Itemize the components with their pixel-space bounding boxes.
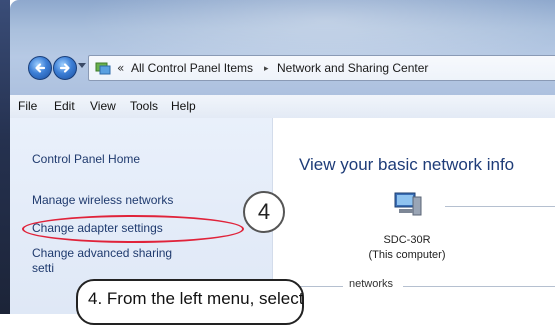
computer-icon [394, 192, 422, 216]
menu-help[interactable]: Help [171, 99, 196, 113]
control-panel-home-link[interactable]: Control Panel Home [32, 152, 140, 166]
menu-edit[interactable]: Edit [54, 99, 75, 113]
forward-button[interactable] [53, 56, 77, 80]
control-panel-icon [95, 62, 111, 75]
back-button[interactable] [28, 56, 52, 80]
manage-wireless-networks-link[interactable]: Manage wireless networks [32, 193, 173, 207]
breadcrumb-separator-icon[interactable]: ▸ [264, 60, 269, 76]
computer-subtitle: (This computer) [368, 249, 446, 261]
forward-arrow-icon [59, 63, 70, 73]
main-pane: View your basic network info SDC-30R (Th… [273, 118, 555, 314]
section-divider-right [403, 286, 555, 287]
breadcrumb-network-and-sharing-center[interactable]: Network and Sharing Center [277, 60, 428, 76]
address-overflow-chevron[interactable]: « [117, 60, 124, 76]
instruction-callout: 4. From the left menu, select [76, 279, 304, 325]
breadcrumb-all-control-panel-items[interactable]: All Control Panel Items [131, 60, 253, 76]
menu-tools[interactable]: Tools [130, 99, 158, 113]
menu-view[interactable]: View [90, 99, 116, 113]
network-map-line [445, 206, 555, 207]
change-advanced-sharing-link[interactable]: Change advanced sharing [32, 246, 172, 260]
highlight-ellipse [22, 215, 244, 243]
menu-bar: File Edit View Tools Help [10, 95, 555, 119]
window-frame-edge [0, 0, 10, 314]
recent-pages-dropdown[interactable] [78, 63, 86, 68]
change-advanced-sharing-link-continued[interactable]: setti [32, 261, 54, 275]
active-networks-label: networks [349, 278, 394, 290]
menu-file[interactable]: File [18, 99, 37, 113]
callout-text: 4. From the left menu, select [88, 289, 304, 308]
computer-name: SDC-30R [383, 234, 431, 246]
page-title: View your basic network info [299, 155, 515, 174]
step-number-badge: 4 [243, 191, 285, 233]
title-bar: « All Control Panel Items ▸ Network and … [10, 0, 555, 95]
explorer-window: « All Control Panel Items ▸ Network and … [10, 0, 555, 314]
address-bar[interactable]: « All Control Panel Items ▸ Network and … [88, 55, 555, 81]
back-arrow-icon [35, 63, 46, 73]
